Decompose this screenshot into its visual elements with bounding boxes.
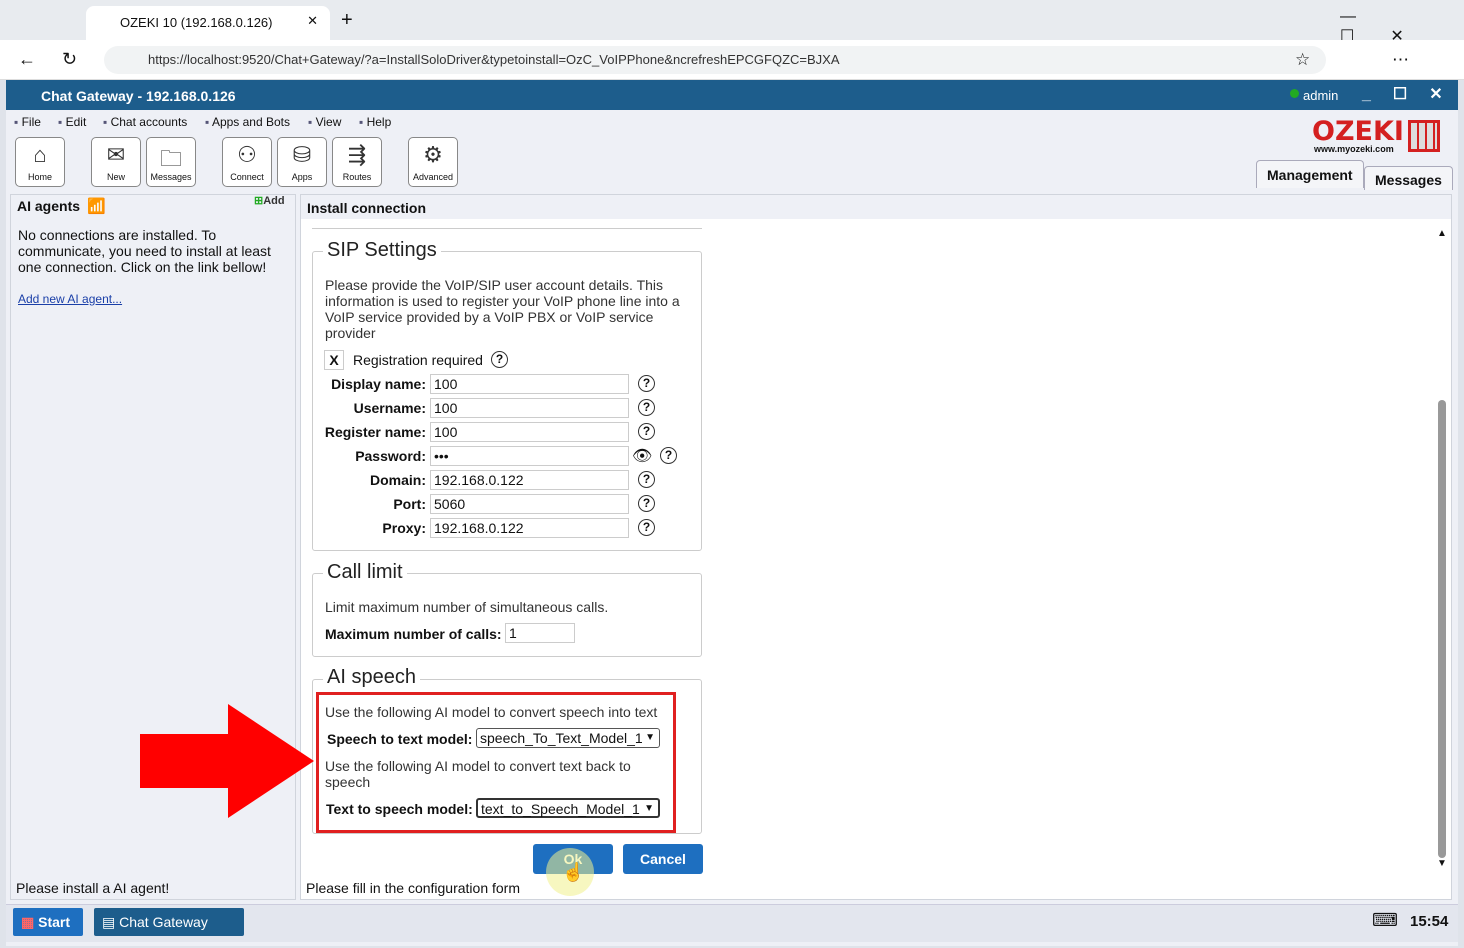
user-name: admin bbox=[1303, 88, 1339, 103]
toolbar-advanced-button[interactable]: ⚙ Advanced bbox=[408, 137, 458, 187]
menu-view[interactable]: View bbox=[308, 115, 342, 129]
new-tab-icon[interactable]: + bbox=[341, 9, 353, 32]
ozeki-logo-icon bbox=[1408, 120, 1440, 152]
tts-description: Use the following AI model to convert te… bbox=[325, 758, 631, 790]
display-name-input[interactable]: 100 bbox=[430, 374, 629, 394]
registration-required-label: Registration required bbox=[353, 352, 483, 368]
more-icon[interactable]: ⋯ bbox=[1392, 50, 1409, 70]
menu-apps-and-bots[interactable]: Apps and Bots bbox=[205, 115, 290, 129]
sip-settings-legend: SIP Settings bbox=[323, 239, 441, 262]
registration-required-checkbox[interactable]: X bbox=[324, 350, 344, 370]
ai-agent-icon: 📶 bbox=[87, 198, 106, 215]
proxy-input[interactable]: 192.168.0.122 bbox=[430, 518, 629, 538]
clock: 15:54 bbox=[1410, 913, 1449, 930]
plus-icon: ⊞ bbox=[254, 195, 264, 207]
username-input[interactable]: 100 bbox=[430, 398, 629, 418]
help-icon[interactable]: ? bbox=[491, 351, 508, 368]
home-icon: ⌂ bbox=[33, 142, 47, 167]
help-icon[interactable]: ? bbox=[638, 471, 655, 488]
keyboard-icon[interactable]: ⌨ bbox=[1372, 910, 1398, 931]
url-input[interactable]: https://localhost:9520/Chat+Gateway/?a=I… bbox=[104, 46, 1326, 74]
call-limit-section bbox=[312, 573, 702, 657]
max-calls-input[interactable]: 1 bbox=[505, 623, 575, 643]
max-calls-label: Maximum number of calls: bbox=[325, 626, 502, 642]
call-limit-description: Limit maximum number of simultaneous cal… bbox=[325, 599, 609, 615]
register-name-label: Register name: bbox=[324, 424, 426, 440]
tts-model-select[interactable]: text_to_Speech_Model_1 ▼ bbox=[476, 798, 660, 818]
scrollbar[interactable]: ▲ ▼ bbox=[1437, 228, 1447, 869]
refresh-icon[interactable]: ↻ bbox=[62, 49, 77, 70]
domain-input[interactable]: 192.168.0.122 bbox=[430, 470, 629, 490]
password-label: Password: bbox=[355, 448, 426, 464]
red-arrow-annotation bbox=[140, 704, 314, 818]
left-panel-title: AI agents bbox=[17, 198, 81, 214]
ai-speech-legend: AI speech bbox=[323, 666, 420, 689]
username-label: Username: bbox=[353, 400, 426, 416]
help-icon[interactable]: ? bbox=[638, 519, 655, 536]
hand-cursor-icon: ☝ bbox=[562, 862, 585, 882]
toolbar-connect-button[interactable]: ⚇ Connect bbox=[222, 137, 272, 187]
sip-description: Please provide the VoIP/SIP user account… bbox=[325, 277, 680, 341]
help-icon[interactable]: ? bbox=[638, 399, 655, 416]
ozeki-logo: OZEKI bbox=[1312, 116, 1404, 147]
browser-tab[interactable]: OZEKI 10 (192.168.0.126) ✕ bbox=[86, 6, 330, 40]
password-input[interactable]: ••• bbox=[430, 446, 629, 466]
tab-management[interactable]: Management bbox=[1256, 160, 1364, 188]
menu-chat-accounts[interactable]: Chat accounts bbox=[103, 115, 188, 129]
envelope-icon: ✉ bbox=[106, 142, 126, 167]
toolbar-routes-button[interactable]: ⇶ Routes bbox=[332, 137, 382, 187]
right-status: Please fill in the configuration form bbox=[306, 880, 520, 896]
chat-icon: ▤ bbox=[102, 914, 116, 930]
toolbar-home-button[interactable]: ⌂ Home bbox=[15, 137, 65, 187]
help-icon[interactable]: ? bbox=[638, 423, 655, 440]
menu-help[interactable]: Help bbox=[359, 115, 392, 129]
display-name-label: Display name: bbox=[331, 376, 426, 392]
no-connections-message: No connections are installed. To communi… bbox=[18, 227, 271, 275]
show-password-icon[interactable]: 👁 bbox=[632, 446, 652, 466]
close-tab-icon[interactable]: ✕ bbox=[307, 13, 318, 29]
help-icon[interactable]: ? bbox=[638, 495, 655, 512]
signpost-icon: ⇶ bbox=[347, 142, 367, 167]
port-label: Port: bbox=[393, 496, 426, 512]
left-status: Please install a AI agent! bbox=[16, 880, 170, 896]
stt-description: Use the following AI model to convert sp… bbox=[325, 704, 658, 720]
toolbar-new-button[interactable]: ✉ New bbox=[91, 137, 141, 187]
chevron-down-icon: ▼ bbox=[644, 803, 654, 814]
chevron-down-icon: ▼ bbox=[645, 732, 655, 743]
proxy-label: Proxy: bbox=[382, 520, 426, 536]
gear-icon: ⚙ bbox=[423, 142, 443, 167]
taskbar-chat-gateway[interactable]: ▤ Chat Gateway bbox=[94, 908, 244, 936]
cancel-button[interactable]: Cancel bbox=[623, 844, 703, 874]
toolbar-apps-button[interactable]: ⛁ Apps bbox=[277, 137, 327, 187]
tab-messages[interactable]: Messages bbox=[1364, 166, 1453, 190]
stt-model-select[interactable]: speech_To_Text_Model_1 ▼ bbox=[476, 728, 660, 748]
register-name-input[interactable]: 100 bbox=[430, 422, 629, 442]
database-icon: ⛁ bbox=[292, 142, 312, 167]
help-icon[interactable]: ? bbox=[660, 447, 677, 464]
app-window-controls[interactable]: _☐✕ bbox=[1362, 84, 1464, 104]
call-limit-legend: Call limit bbox=[323, 561, 407, 584]
ozeki-url: www.myozeki.com bbox=[1314, 144, 1394, 154]
port-input[interactable]: 5060 bbox=[430, 494, 629, 514]
menu-file[interactable]: File bbox=[14, 115, 41, 129]
add-ai-agent-link[interactable]: Add new AI agent... bbox=[18, 292, 122, 306]
help-icon[interactable]: ? bbox=[638, 375, 655, 392]
back-icon[interactable]: ← bbox=[18, 49, 36, 70]
stt-label: Speech to text model: bbox=[327, 731, 473, 747]
menu-edit[interactable]: Edit bbox=[58, 115, 87, 129]
favorite-icon[interactable]: ☆ bbox=[1295, 50, 1310, 70]
toolbar-messages-button[interactable]: 🗀 Messages bbox=[146, 137, 196, 187]
start-button[interactable]: ▦ Start bbox=[13, 908, 83, 936]
tts-label: Text to speech model: bbox=[326, 801, 473, 817]
folder-icon: 🗀 bbox=[159, 146, 182, 171]
connect-icon: ⚇ bbox=[237, 142, 257, 167]
add-agent-button[interactable]: ⊞Add bbox=[254, 194, 285, 207]
ozeki-icon: ▦ bbox=[21, 914, 35, 930]
online-status-icon bbox=[1290, 89, 1299, 98]
app-title: Chat Gateway - 192.168.0.126 bbox=[6, 80, 1458, 110]
domain-label: Domain: bbox=[370, 472, 426, 488]
right-panel-title: Install connection bbox=[307, 200, 427, 216]
